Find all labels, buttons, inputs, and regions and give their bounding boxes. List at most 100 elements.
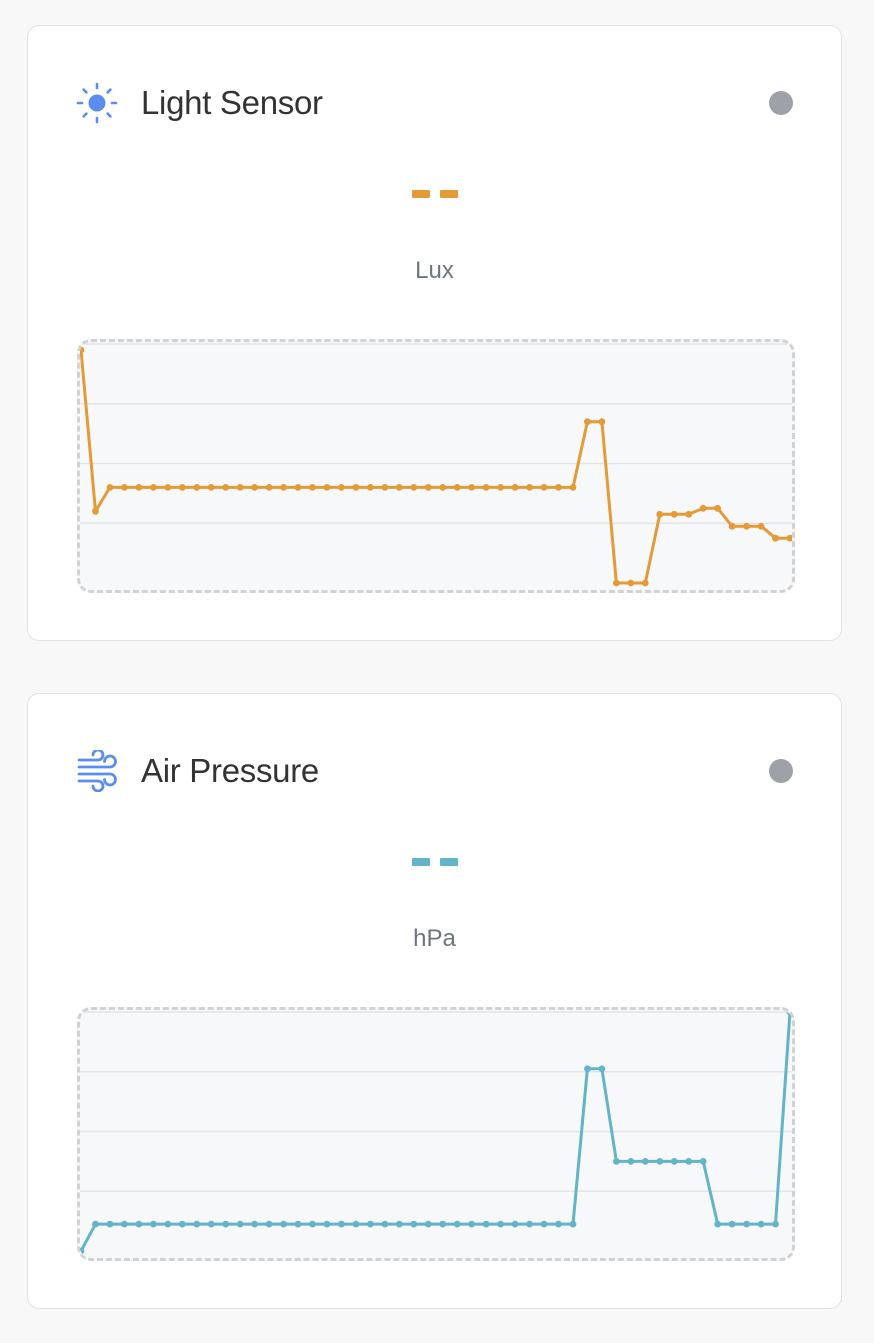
data-point (135, 1220, 143, 1228)
data-point (699, 1157, 707, 1165)
data-point (207, 484, 215, 491)
data-point (468, 1220, 476, 1228)
data-point (786, 1010, 792, 1016)
data-point (424, 484, 432, 491)
data-point (80, 346, 85, 354)
data-point (482, 484, 490, 491)
data-point (323, 484, 331, 491)
data-point (338, 484, 345, 491)
data-point (135, 484, 143, 491)
light-sensor-card: Light Sensor Lux (27, 25, 842, 641)
data-point (670, 1157, 678, 1165)
data-point (526, 484, 533, 491)
data-point (439, 1220, 447, 1228)
data-point (555, 1220, 562, 1228)
data-point (410, 484, 418, 491)
data-point (149, 1220, 157, 1228)
data-point (280, 484, 287, 491)
data-point (178, 1220, 186, 1228)
data-point (178, 484, 186, 491)
data-point (685, 1157, 693, 1165)
data-point (584, 1065, 591, 1073)
data-point (106, 1220, 114, 1228)
data-point (106, 484, 114, 491)
chart-svg (80, 1010, 792, 1255)
data-point (395, 484, 403, 491)
data-point (584, 418, 591, 426)
data-point (265, 1220, 273, 1228)
data-point (381, 1220, 389, 1228)
data-point (309, 484, 316, 491)
data-point (236, 1220, 244, 1228)
value-dash (411, 190, 430, 198)
pressure-chart (77, 1007, 795, 1261)
data-point (743, 522, 750, 530)
data-point (309, 1220, 316, 1228)
data-point (598, 418, 606, 426)
data-point (641, 579, 649, 587)
data-point (323, 1220, 331, 1228)
data-point (236, 484, 244, 491)
data-point (207, 1220, 215, 1228)
data-point (699, 504, 707, 512)
data-point (453, 484, 461, 491)
data-point (569, 1220, 577, 1228)
value-dash (439, 190, 458, 198)
data-point (352, 484, 360, 491)
data-point (786, 534, 792, 542)
data-point (656, 510, 664, 518)
data-point (439, 484, 447, 491)
data-point (92, 507, 99, 515)
data-point (540, 1220, 548, 1228)
data-point (728, 1220, 736, 1228)
data-point (193, 484, 201, 491)
data-point (728, 522, 736, 530)
data-point (280, 1220, 287, 1228)
status-indicator (769, 759, 793, 783)
data-point (743, 1220, 750, 1228)
data-point (482, 1220, 490, 1228)
data-point (193, 1220, 201, 1228)
data-point (251, 484, 259, 491)
data-point (121, 1220, 128, 1228)
data-point (569, 484, 577, 491)
data-point (714, 504, 722, 512)
data-point (757, 1220, 765, 1228)
data-point (164, 1220, 172, 1228)
card-header: Air Pressure (76, 750, 319, 792)
data-point (222, 484, 230, 491)
data-point (410, 1220, 418, 1228)
data-point (121, 484, 128, 491)
data-point (627, 579, 635, 587)
data-point (757, 522, 765, 530)
data-point (685, 510, 693, 518)
data-point (338, 1220, 345, 1228)
data-point (395, 1220, 403, 1228)
data-point (366, 1220, 374, 1228)
data-point (294, 1220, 302, 1228)
value-dash (411, 858, 430, 866)
data-point (149, 484, 157, 491)
data-point (772, 1220, 779, 1228)
data-point (526, 1220, 533, 1228)
data-point (453, 1220, 461, 1228)
data-point (612, 579, 620, 587)
data-point (627, 1157, 635, 1165)
data-point (265, 484, 273, 491)
value-dash (439, 858, 458, 866)
data-point (222, 1220, 230, 1228)
card-title: Light Sensor (141, 84, 323, 121)
data-point (511, 1220, 519, 1228)
data-point (555, 484, 562, 491)
data-point (352, 1220, 360, 1228)
data-point (497, 1220, 505, 1228)
data-point (670, 510, 678, 518)
sensor-value (28, 858, 841, 874)
sensor-value (28, 190, 841, 206)
data-point (540, 484, 548, 491)
data-point (714, 1220, 722, 1228)
data-point (497, 484, 505, 491)
light-chart (77, 339, 795, 593)
series-line (80, 349, 790, 585)
data-point (772, 534, 779, 542)
